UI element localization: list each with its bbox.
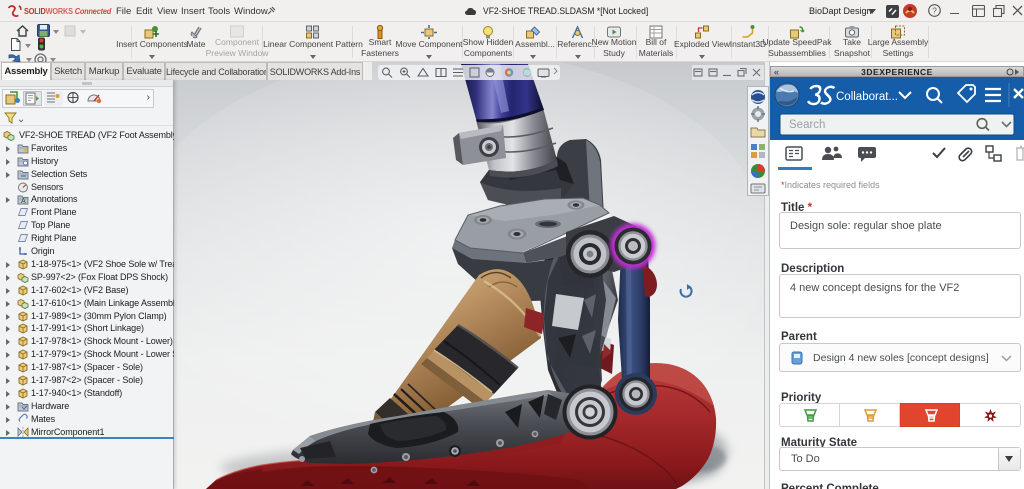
svg-text:?: ? [932,5,937,15]
svg-text:A: A [21,198,26,205]
svg-text:Search: Search [789,119,825,131]
svg-text:Collaborat...: Collaborat... [836,91,898,103]
